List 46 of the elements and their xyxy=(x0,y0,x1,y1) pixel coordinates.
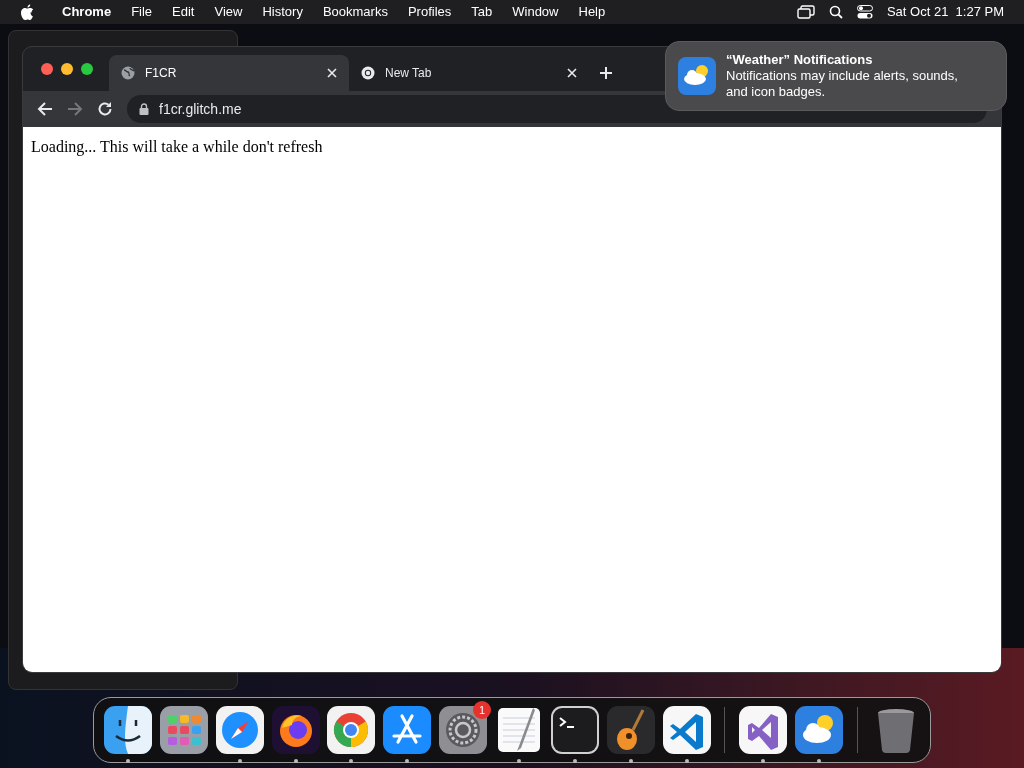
menu-bar-clock[interactable]: Sat Oct 21 1:27 PM xyxy=(886,2,1004,22)
guitar-icon[interactable] xyxy=(606,706,655,754)
menu-item[interactable]: Help xyxy=(570,2,614,22)
finder-app-icon[interactable] xyxy=(103,706,152,754)
back-icon[interactable] xyxy=(37,101,53,117)
close-tab-icon[interactable] xyxy=(567,68,577,78)
new-tab-icon[interactable] xyxy=(599,66,613,80)
apple-icon[interactable] xyxy=(20,4,34,20)
zoom-window-button[interactable] xyxy=(81,63,93,75)
control-center-icon[interactable] xyxy=(856,5,873,19)
fox-app-icon[interactable] xyxy=(271,706,320,754)
close-window-button[interactable] xyxy=(41,63,53,75)
terminal-icon[interactable] xyxy=(550,706,599,754)
menu-item[interactable]: Profiles xyxy=(399,2,460,22)
compass-app-icon[interactable] xyxy=(215,706,264,754)
close-tab-icon[interactable] xyxy=(327,68,337,78)
minimize-window-button[interactable] xyxy=(61,63,73,75)
page-text: Loading... This will take a while don't refresh xyxy=(31,137,324,158)
menu-item[interactable]: View xyxy=(206,2,251,22)
menu-item[interactable]: Window xyxy=(504,2,567,22)
notification-badge: 1 xyxy=(473,701,491,719)
screen-mirroring-icon[interactable] xyxy=(796,5,815,19)
app-menu[interactable]: Chrome xyxy=(54,2,120,22)
chrome-app-icon[interactable] xyxy=(327,706,376,754)
notification-toast[interactable]: “Weather” Notifications Notifications may include alerts, sounds, and icon badges. xyxy=(665,41,1007,111)
menu-item[interactable]: Bookmarks xyxy=(314,2,396,22)
menu-item[interactable]: Tab xyxy=(463,2,501,22)
search-icon[interactable] xyxy=(828,5,843,19)
globe-icon xyxy=(121,66,135,80)
menu-item[interactable]: Edit xyxy=(164,2,203,22)
app-grid-icon[interactable] xyxy=(159,706,208,754)
menu-item[interactable]: History xyxy=(254,2,311,22)
weather-app-icon xyxy=(678,57,716,95)
menu-item[interactable]: File xyxy=(123,2,161,22)
lock-icon xyxy=(139,103,149,115)
url-text: f1cr.glitch.me xyxy=(159,99,242,119)
reload-icon[interactable] xyxy=(97,101,113,117)
gear-icon[interactable] xyxy=(439,706,488,754)
code-editor-icon[interactable] xyxy=(662,706,711,754)
browser-tab[interactable]: F1CR xyxy=(109,55,349,91)
infinity-app-icon[interactable] xyxy=(739,706,788,754)
notification-title: “Weather” Notifications xyxy=(726,52,874,68)
app-store-icon[interactable] xyxy=(383,706,432,754)
chrome-icon xyxy=(361,66,375,80)
browser-tab[interactable]: New Tab xyxy=(349,55,589,91)
weather-app-icon[interactable] xyxy=(795,706,844,754)
